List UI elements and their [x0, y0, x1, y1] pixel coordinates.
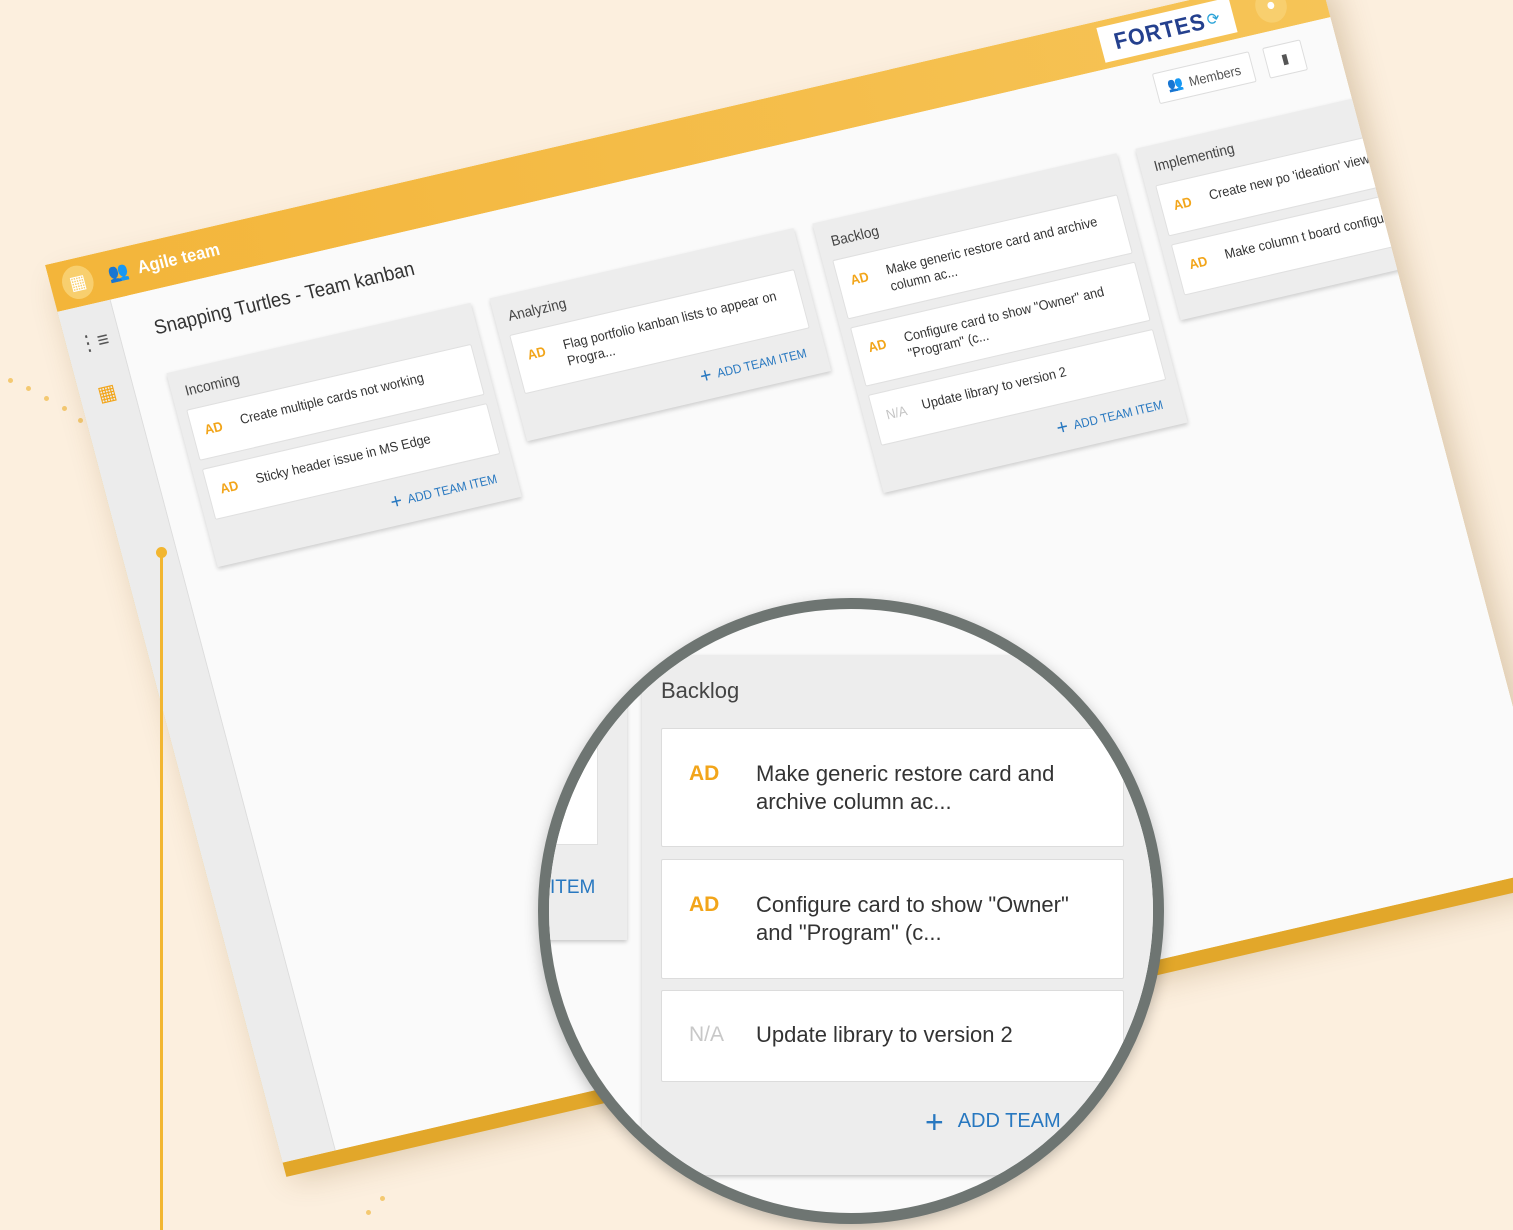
add-team-item-label: ADD TEAM ITEM: [1071, 397, 1165, 433]
card[interactable]: AD Configure card to show "Owner" and "P…: [661, 859, 1124, 979]
magnified-add-item-fragment[interactable]: ITEM: [549, 877, 595, 899]
add-team-item-label: ADD TEAM ITEM: [405, 471, 499, 507]
board-menu-button[interactable]: ▮: [1262, 39, 1309, 79]
card-badge: AD: [866, 335, 889, 356]
card-title: Make generic restore card and archive co…: [756, 761, 1055, 814]
card-badge: AD: [848, 268, 871, 288]
members-button[interactable]: 👥 Members: [1151, 51, 1257, 105]
card-badge: AD: [525, 343, 548, 363]
column-incoming: Incoming AD Create multiple cards not wo…: [166, 302, 522, 568]
column-backlog: Backlog AD Make generic restore card and…: [812, 153, 1188, 493]
user-icon[interactable]: ●: [1251, 0, 1291, 26]
card-badge: AD: [1187, 252, 1210, 273]
team-name[interactable]: Agile team: [135, 239, 222, 278]
card-title: Update library to version 2: [919, 363, 1068, 413]
card-badge: N/A: [884, 402, 909, 423]
plus-icon: +: [387, 489, 405, 515]
magnified-backlog-column: Backlog AD Make generic restore card and…: [642, 655, 1153, 1175]
plus-icon: +: [925, 1103, 944, 1140]
members-label: Members: [1186, 61, 1243, 89]
grid-icon[interactable]: ▦: [58, 262, 98, 303]
card-title: Configure card to show "Owner" and "Prog…: [756, 892, 1069, 945]
card-title: Update library to version 2: [756, 1022, 1013, 1047]
add-team-item-label: ADD TEAM: [957, 1110, 1061, 1132]
plus-icon: +: [697, 363, 715, 389]
column-title: Backlog: [661, 678, 740, 703]
add-team-item-label: ADD TEAM ITEM: [715, 345, 809, 381]
magnified-previous-column: ITEM: [549, 655, 627, 940]
add-team-item-button[interactable]: + ADD TEAM: [925, 1103, 1061, 1140]
card-badge: N/A: [689, 1023, 725, 1046]
card[interactable]: AD Make generic restore card and archive…: [661, 728, 1124, 847]
column-implementing: Implementing AD Create new po 'ideation'…: [1135, 78, 1485, 321]
card-badge: AD: [1171, 193, 1194, 214]
card-badge: AD: [689, 762, 720, 785]
card-badge: AD: [202, 418, 225, 438]
column-analyzing: Analyzing AD Flag portfolio kanban lists…: [489, 228, 832, 442]
plus-icon: +: [1053, 415, 1071, 441]
pointer-line: [160, 553, 163, 1230]
card-badge: AD: [689, 893, 720, 916]
magnified-view: ITEM Backlog AD Make generic restore car…: [549, 609, 1153, 1200]
menu-icon: ▮: [1279, 50, 1291, 67]
team-icon: 👥: [105, 260, 131, 285]
pointer-dot: [156, 547, 167, 558]
card-badge: AD: [218, 477, 241, 497]
card[interactable]: N/A Update library to version 2: [661, 990, 1124, 1082]
people-icon: 👥: [1165, 74, 1186, 94]
magnifier-lens: ITEM Backlog AD Make generic restore car…: [538, 598, 1164, 1224]
